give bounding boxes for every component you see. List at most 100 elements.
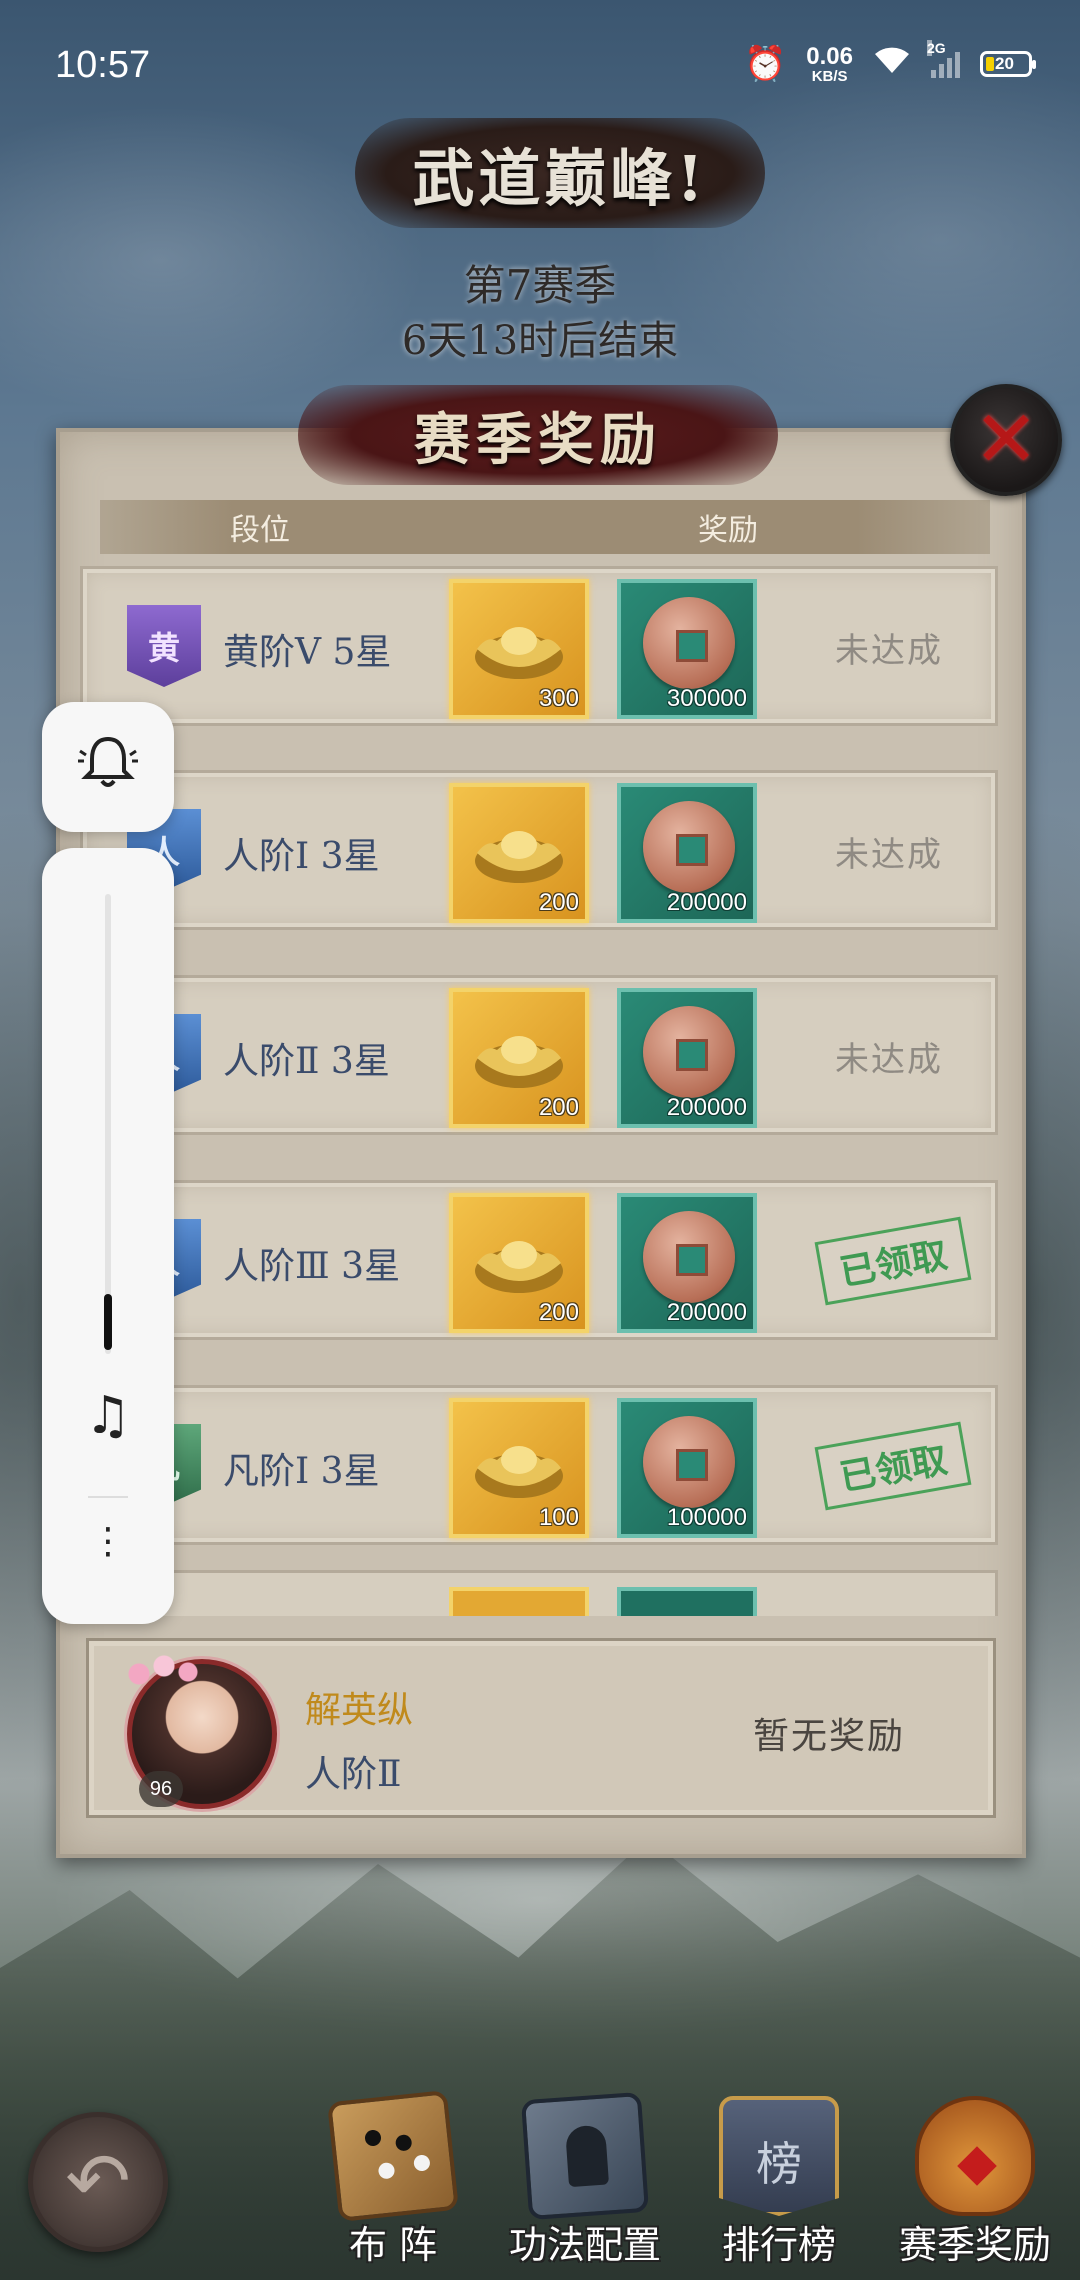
nav-season-reward[interactable]: 赛季奖励 (890, 2096, 1060, 2267)
gold-ingot-reward[interactable] (449, 1587, 589, 1616)
table-header: 段位 奖励 (100, 500, 990, 554)
go-board-icon (327, 2090, 459, 2222)
gold-quantity: 100 (538, 1504, 579, 1531)
status-text: 未达成 (835, 835, 943, 875)
nav-lineup[interactable]: 布 阵 (308, 2090, 478, 2267)
music-note-icon[interactable]: ♫ (42, 1386, 174, 1446)
title-banner: 武道巅峰! (355, 118, 765, 228)
player-name: 解英纵 (305, 1690, 414, 1731)
rank-label: 人阶Ⅱ 3星 (223, 1041, 390, 1082)
copper-coin-reward[interactable]: 100000 (617, 1398, 757, 1538)
flower-ornament-icon (124, 1654, 204, 1694)
net-speed-value: 0.06 (806, 42, 853, 70)
nav-label: 排行榜 (721, 2223, 836, 2267)
bell-icon (76, 731, 140, 803)
scripture-book-icon (520, 2091, 650, 2221)
column-reward: 奖励 (698, 513, 758, 548)
coin-quantity: 200000 (666, 1094, 747, 1121)
page-title: 武道巅峰! (412, 142, 708, 215)
wifi-icon (873, 45, 911, 84)
close-button[interactable]: ✕ (950, 384, 1062, 496)
gold-ingot-reward[interactable]: 100 (449, 1398, 589, 1538)
coin-quantity: 100000 (666, 1504, 747, 1531)
battery-level: 20 (995, 54, 1014, 73)
status-text: 未达成 (835, 631, 943, 671)
coin-quantity: 200000 (666, 889, 747, 916)
claimed-stamp: 已领取 (814, 1421, 972, 1511)
player-level-badge: 96 (139, 1771, 183, 1807)
nav-label: 赛季奖励 (898, 2223, 1051, 2267)
net-speed: 0.06 KB/S (806, 42, 853, 85)
gold-ingot-icon (475, 627, 563, 679)
nav-leaderboard[interactable]: 榜 排行榜 (694, 2096, 864, 2267)
season-name: 第7赛季 (463, 261, 617, 310)
close-icon: ✕ (973, 395, 1039, 485)
gold-ingot-icon (475, 1036, 563, 1088)
column-rank: 段位 (230, 513, 290, 548)
copper-coin-reward[interactable]: 200000 (617, 1193, 757, 1333)
copper-coin-icon (643, 1416, 735, 1508)
player-rank: 人阶Ⅱ (305, 1754, 402, 1795)
gold-ingot-reward[interactable]: 200 (449, 783, 589, 923)
reward-row: 人 人阶Ⅰ 3星 200 200000 未达成 (80, 770, 998, 930)
gold-ingot-reward[interactable]: 200 (449, 988, 589, 1128)
panel-title: 赛季奖励 (414, 406, 662, 473)
back-arrow-icon: ↶ (65, 2137, 131, 2227)
gold-quantity: 200 (538, 1094, 579, 1121)
status-text: 未达成 (835, 1040, 943, 1080)
copper-coin-reward[interactable]: 300000 (617, 579, 757, 719)
gold-ingot-icon (475, 1446, 563, 1498)
season-timer: 6天13时后结束 (401, 318, 679, 364)
rank-emblem-icon: 黄 (127, 605, 201, 687)
reward-row: 人 人阶Ⅱ 3星 200 200000 未达成 (80, 975, 998, 1135)
copper-coin-reward[interactable]: 200000 (617, 988, 757, 1128)
gold-quantity: 300 (538, 685, 579, 712)
ranking-banner-icon: 榜 (719, 2096, 839, 2216)
nav-label: 布 阵 (348, 2223, 438, 2267)
reward-list[interactable]: 黄 黄阶Ⅴ 5星 300 300000 未达成 人 人阶Ⅰ 3星 200 200… (80, 566, 998, 1616)
volume-slider[interactable] (105, 894, 111, 1354)
nav-skill-config[interactable]: 功法配置 (500, 2091, 670, 2267)
ranking-glyph: 榜 (756, 2137, 802, 2191)
status-time: 10:57 (55, 44, 151, 86)
gold-quantity: 200 (538, 889, 579, 916)
volume-slider-handle[interactable] (104, 1294, 112, 1350)
gold-ingot-reward[interactable]: 300 (449, 579, 589, 719)
coin-quantity: 200000 (666, 1299, 747, 1326)
rank-label: 人阶Ⅲ 3星 (223, 1246, 401, 1287)
copper-coin-reward[interactable]: 200000 (617, 783, 757, 923)
reward-row-partial (80, 1570, 998, 1616)
gold-quantity: 200 (538, 1299, 579, 1326)
reward-row: 凡 凡阶Ⅰ 3星 100 100000 已领取 (80, 1385, 998, 1545)
reward-row: 黄 黄阶Ⅴ 5星 300 300000 未达成 (80, 566, 998, 726)
signal-icon: 2G (927, 40, 960, 78)
divider (88, 1496, 128, 1498)
claimed-stamp: 已领取 (814, 1216, 972, 1306)
copper-coin-reward[interactable] (617, 1587, 757, 1616)
gold-ingot-reward[interactable]: 200 (449, 1193, 589, 1333)
rank-label: 黄阶Ⅴ 5星 (223, 632, 392, 673)
rank-label: 凡阶Ⅰ 3星 (223, 1451, 380, 1492)
more-icon[interactable]: ⋮ (42, 1524, 174, 1560)
nav-label: 功法配置 (508, 2223, 661, 2267)
reward-row: 人 人阶Ⅲ 3星 200 200000 已领取 (80, 1180, 998, 1340)
copper-coin-icon (643, 801, 735, 893)
player-rank-row: 96 解英纵 人阶Ⅱ 暂无奖励 (86, 1638, 996, 1818)
player-reward-status: 暂无奖励 (753, 1716, 906, 1757)
copper-coin-icon (643, 1211, 735, 1303)
status-bar: 10:57 ⏰ 0.06 KB/S 2G 20 (0, 0, 1080, 130)
status-icons: ⏰ 0.06 KB/S 2G 20 (743, 40, 1036, 85)
back-button[interactable]: ↶ (28, 2112, 168, 2252)
gold-ingot-icon (475, 1241, 563, 1293)
rank-label: 人阶Ⅰ 3星 (223, 836, 380, 877)
ring-mode-button[interactable] (42, 702, 174, 832)
net-speed-unit: KB/S (811, 67, 848, 85)
treasure-bag-icon (915, 2096, 1035, 2216)
battery-icon: 20 (980, 51, 1036, 77)
copper-coin-icon (643, 597, 735, 689)
alarm-icon: ⏰ (743, 45, 787, 83)
volume-panel: ♫ ⋮ (42, 848, 174, 1624)
gold-ingot-icon (475, 831, 563, 883)
signal-label: 2G (927, 40, 946, 56)
coin-quantity: 300000 (666, 685, 747, 712)
